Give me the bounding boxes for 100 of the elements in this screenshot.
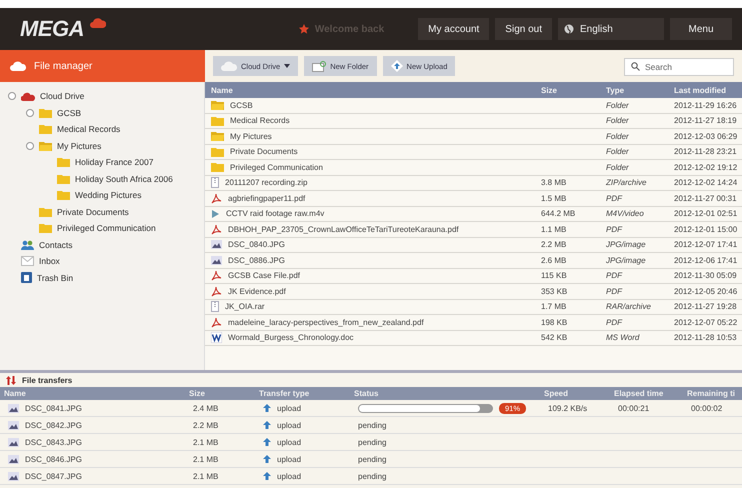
pdf-icon xyxy=(211,286,222,297)
tree-item[interactable]: Holiday France 2007 xyxy=(75,157,154,168)
tree-item[interactable]: Privileged Communication xyxy=(57,223,156,234)
table-cell: 2012-12-02 14:24 xyxy=(668,176,742,191)
folder-icon xyxy=(57,174,70,184)
envelope-icon xyxy=(21,256,34,266)
file-name[interactable]: 20111207 recording.zip xyxy=(205,176,535,191)
table-cell: 2012-11-27 18:19 xyxy=(668,114,742,129)
table-cell: 1.1 MB xyxy=(535,222,600,238)
tree-item[interactable]: Holiday South Africa 2006 xyxy=(75,174,173,184)
upload-icon xyxy=(390,60,403,72)
table-cell: 2012-11-28 23:21 xyxy=(668,144,742,160)
search-field[interactable]: Search xyxy=(624,58,734,76)
tree-item[interactable]: My Pictures xyxy=(57,140,102,151)
file-manager-title: File manager xyxy=(34,60,92,72)
table-cell: 198 KB xyxy=(535,315,600,330)
table-cell: ZIP/archive xyxy=(600,176,668,191)
file-name[interactable]: DBHOH_PAP_23705_CrownLawOfficeTeTariTureoteKarauna.pdf xyxy=(205,222,535,238)
table-cell: upload xyxy=(277,404,302,412)
file-name-text: madeleine_laracy-perspectives_from_new_zealand.pdf xyxy=(228,318,424,327)
file-name[interactable]: GCSB xyxy=(205,98,535,114)
tree-item[interactable]: Wedding Pictures xyxy=(75,190,142,200)
cloud-icon xyxy=(21,92,35,101)
table-cell: 2012-11-27 00:31 xyxy=(668,191,742,206)
table-cell: 542 KB xyxy=(535,330,600,346)
tree-item[interactable]: Private Documents xyxy=(57,206,129,217)
file-name[interactable]: Private Documents xyxy=(205,144,535,160)
cloud-icon xyxy=(221,61,237,71)
table-cell: 2.2 MB xyxy=(535,238,600,253)
language-dropdown[interactable]: English xyxy=(558,18,664,40)
expand-toggle[interactable] xyxy=(8,92,16,100)
folder-icon xyxy=(211,100,224,110)
file-name[interactable]: madeleine_laracy-perspectives_from_new_zealand.pdf xyxy=(205,315,535,330)
table-cell: upload xyxy=(277,472,302,480)
tree-item[interactable]: GCSB xyxy=(57,108,82,118)
file-name-text: Private Documents xyxy=(230,147,298,156)
file-name[interactable]: JK_OIA.rar xyxy=(205,300,535,315)
image-icon xyxy=(211,256,222,265)
table-cell: DSC_0843.JPG xyxy=(25,438,82,446)
file-name[interactable]: My Pictures xyxy=(205,129,535,144)
table-cell: Folder xyxy=(600,114,668,129)
image-icon xyxy=(8,454,19,464)
tree-item[interactable]: Cloud Drive xyxy=(40,91,84,102)
table-cell: M4V/video xyxy=(600,206,668,222)
upload-arrow-icon xyxy=(263,455,271,463)
file-name[interactable]: agbriefingpaper11.pdf xyxy=(205,191,535,206)
table-cell: 2012-12-06 17:41 xyxy=(668,253,742,268)
upload-arrow-icon xyxy=(263,421,271,429)
file-name[interactable]: CCTV raid footage raw.m4v xyxy=(205,206,535,222)
table-cell: 2.1 MB xyxy=(193,438,218,446)
file-name[interactable]: DSC_0886.JPG xyxy=(205,253,535,268)
star-icon xyxy=(298,24,309,34)
table-cell: MS Word xyxy=(600,330,668,346)
header-button[interactable]: My account xyxy=(418,18,490,40)
caret-icon xyxy=(284,64,290,68)
header-button[interactable]: Sign out xyxy=(495,18,552,40)
file-name-text: Privileged Communication xyxy=(230,162,323,172)
file-name[interactable]: Wormald_Burgess_Chronology.doc xyxy=(205,330,535,346)
table-cell: PDF xyxy=(600,191,668,206)
table-cell: 2012-12-07 05:22 xyxy=(668,315,742,330)
file-manager-tab[interactable]: File manager xyxy=(0,50,205,82)
pdf-icon xyxy=(211,224,222,235)
table-cell: 2.2 MB xyxy=(193,420,218,430)
tree-item[interactable]: Trash Bin xyxy=(37,272,74,283)
table-cell: 2012-12-07 17:41 xyxy=(668,238,742,253)
pdf-icon xyxy=(211,316,222,328)
image-icon xyxy=(211,240,222,250)
file-name-text: GCSB Case File.pdf xyxy=(228,271,300,280)
folder-icon xyxy=(39,223,52,234)
expand-toggle[interactable] xyxy=(26,108,34,117)
menu-button[interactable]: Menu xyxy=(670,18,732,40)
image-icon xyxy=(8,420,19,430)
expand-toggle[interactable] xyxy=(26,142,34,150)
table-cell: PDF xyxy=(600,315,668,330)
folder-icon xyxy=(211,146,224,157)
file-name-text: JK_OIA.rar xyxy=(225,302,265,312)
status-text: pending xyxy=(358,420,386,430)
image-icon xyxy=(8,472,19,480)
table-cell: 2012-12-01 02:51 xyxy=(668,206,742,222)
folder-icon xyxy=(39,124,52,134)
file-name[interactable]: DSC_0840.JPG xyxy=(205,238,535,253)
file-name-text: Medical Records xyxy=(230,116,290,126)
cloud-icon xyxy=(90,16,106,28)
tree-item[interactable]: Medical Records xyxy=(57,124,120,134)
file-name-text: DSC_0886.JPG xyxy=(228,256,285,265)
table-cell: DSC_0846.JPG xyxy=(25,454,82,464)
folder-icon xyxy=(39,206,52,217)
table-cell: 00:00:02 xyxy=(691,404,722,412)
file-name[interactable]: Privileged Communication xyxy=(205,160,535,176)
table-cell: PDF xyxy=(600,222,668,238)
table-cell: 2.4 MB xyxy=(193,404,218,412)
image-icon xyxy=(8,438,19,446)
table-cell: Folder xyxy=(600,129,668,144)
pdf-icon xyxy=(211,270,222,282)
tree-item[interactable]: Inbox xyxy=(39,256,60,266)
file-name[interactable]: GCSB Case File.pdf xyxy=(205,268,535,284)
image-icon xyxy=(8,404,19,412)
tree-item[interactable]: Contacts xyxy=(39,240,73,250)
file-name[interactable]: JK Evidence.pdf xyxy=(205,284,535,300)
file-name[interactable]: Medical Records xyxy=(205,114,535,129)
